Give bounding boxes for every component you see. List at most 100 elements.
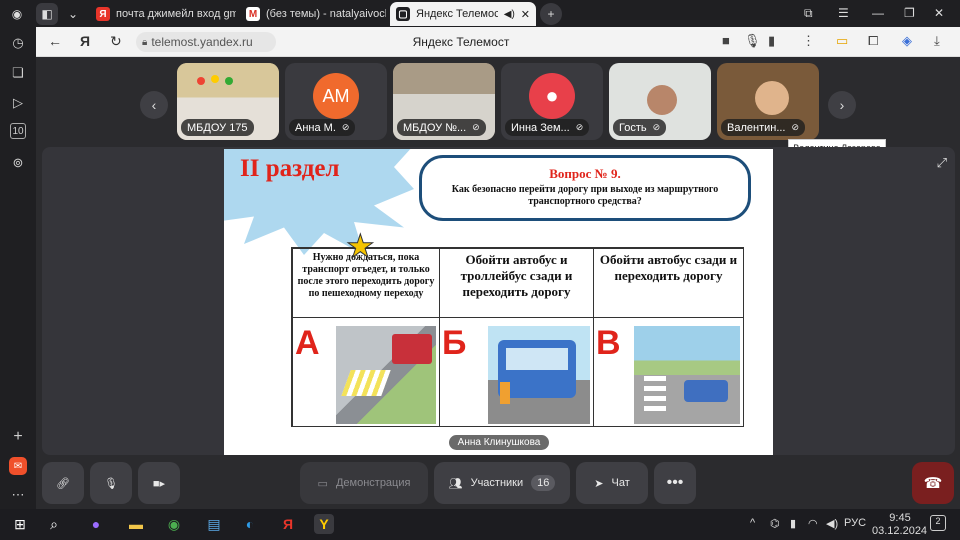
language-indicator[interactable]: РУС [844,517,866,529]
browser-side-rail: ◷ ❏ ▷ 10 ⊚ + ✉ ⋯ [0,27,36,509]
minimize-icon[interactable]: — [872,6,884,20]
sidebar-toggle-icon[interactable]: ◧ [36,3,58,25]
more-icon: ••• [666,474,684,491]
search-icon[interactable]: ⌕ [44,514,64,534]
person-icon: ● [545,83,559,108]
prev-participants-button[interactable]: ‹ [140,91,168,119]
history-icon[interactable]: ◷ [8,33,28,53]
participant-tile[interactable]: Валентин... ⊘ [717,63,819,140]
add-icon[interactable]: + [8,427,28,447]
mic-permission-icon[interactable]: 🎙︎ [744,33,761,49]
windows-taskbar: ⊞ ⌕ ● ▬ ◉ ▤ ◐ Я Y ^ ⌬ ▮ ◠ ◀) РУС 9:45 03… [0,509,960,540]
chat-icon: ➤ [594,477,604,490]
trolleybus-illustration [488,326,590,424]
clock-date: 03.12.2024 [872,525,928,537]
maximize-icon[interactable]: ❐ [904,6,915,20]
next-participants-button[interactable]: › [828,91,856,119]
network-icon[interactable]: ⌬ [770,517,780,530]
yandex-browser-icon[interactable]: Я [278,514,298,534]
alice-icon[interactable]: ● [86,514,106,534]
balloon-shape [197,77,205,85]
windows-start-icon[interactable]: ⊞ [10,514,30,534]
tab-gmail[interactable]: M (без темы) - natalyaivoch [240,2,386,26]
camera-permission-icon[interactable]: ■ [722,33,730,48]
shield-icon[interactable]: ◈ [902,33,912,49]
profile-icon[interactable]: ◉ [6,3,28,25]
telemost-app: ‹ › МБДОУ 175 АМ Анна М. ⊘ МБДОУ №... ⊘ ● … [36,57,960,509]
more-icon[interactable]: ⋯ [8,485,28,505]
screen-share-stage: ⤢ II раздел Вопрос № 9. Как безопасно пе… [42,147,955,455]
tray-chevron-icon[interactable]: ^ [750,517,755,529]
camera-icon[interactable]: ⊚ [8,153,28,173]
chat-button[interactable]: ➤ Чат [576,462,648,504]
end-call-button[interactable]: ☎︎ [912,462,954,504]
bookmarks-icon[interactable]: ⧉ [804,6,813,21]
wifi-icon[interactable]: ◠ [808,517,818,530]
edge-icon[interactable]: ◐ [240,514,260,534]
gmail-icon: M [246,7,260,21]
participant-tile[interactable]: АМ Анна М. ⊘ [285,63,387,140]
participant-tile[interactable]: Гость ⊘ [609,63,711,140]
menu-icon[interactable]: ⋮ [802,33,815,49]
clock[interactable]: 9:45 03.12.2024 [872,512,927,538]
yandex-app-icon[interactable]: Y [314,514,334,534]
participants-button[interactable]: 👥︎ Участники 16 [434,462,570,504]
more-button[interactable]: ••• [654,462,696,504]
option-c-letter: В [596,324,621,362]
screen-share-button[interactable]: ▭ Демонстрация [300,462,428,504]
clock-time: 9:45 [889,512,911,524]
new-tab-button[interactable]: + [540,3,562,25]
notifications-icon[interactable]: 2 [930,515,946,531]
download-icon[interactable]: ⤓ [934,33,940,49]
screen-share-icon: ▭ [317,477,328,490]
participant-tile[interactable]: ● Инна Зем... ⊘ [501,63,603,140]
participant-name: МБДОУ №... ⊘ [397,119,486,136]
battery-icon[interactable]: ▭ [836,33,848,49]
presentation-slide: II раздел Вопрос № 9. Как безопасно пере… [224,149,773,455]
mic-icon[interactable]: ▮ [790,517,796,530]
camera-icon: ■▸ [152,477,166,490]
question-number: Вопрос № 9. [549,166,621,181]
speaker-label: Анна Клинушкова [449,435,549,450]
store-icon[interactable]: ▤ [204,514,224,534]
participants-icon: 👥︎ [448,477,463,490]
mic-off-icon: ⊘ [472,122,480,132]
video-feed [647,85,677,115]
close-tab-icon[interactable]: ✕ [521,8,530,21]
collections-icon[interactable]: ☰ [838,6,849,20]
mic-off-icon: ⊘ [341,122,350,132]
tab-telemost[interactable]: ▢ Яндекс Телемост ◀) ✕ [390,2,536,26]
video-feed [755,81,789,115]
link-button[interactable]: 🔗︎ [42,462,84,504]
bookmark-icon[interactable]: ▮ [768,33,775,49]
file-explorer-icon[interactable]: ▬ [126,514,146,534]
option-c-text: Обойти автобус сзади и переходить дорогу [593,248,744,318]
url-field[interactable]: 🔒︎ telemost.yandex.ru [136,32,276,52]
address-bar: ← Я ↻ Яндекс Телемост 🔒︎ telemost.yandex… [36,27,960,57]
expand-icon[interactable]: ⤢ [937,155,947,171]
tab-yandex-search[interactable]: Я почта джимейл вход gma [90,2,236,26]
collections-icon[interactable]: ❏ [8,63,28,83]
participant-name: Гость ⊘ [613,119,667,136]
mic-off-icon: ⊘ [652,122,661,132]
participants-count-badge: 16 [531,475,556,491]
play-icon[interactable]: ▷ [8,93,28,113]
ten-icon[interactable]: 10 [10,123,26,139]
participant-name: Анна М. ⊘ [289,119,356,136]
close-window-icon[interactable]: ✕ [934,6,944,20]
balloon-shape [225,77,233,85]
mic-off-icon: ⊘ [575,122,584,132]
mic-toggle-button[interactable]: 🎙︎ [90,462,132,504]
participant-tile[interactable]: МБДОУ 175 [177,63,279,140]
mail-app-icon[interactable]: ✉ [9,457,27,475]
volume-icon[interactable]: ◀) [826,517,838,530]
chrome-icon[interactable]: ◉ [164,514,184,534]
participant-tile[interactable]: МБДОУ №... ⊘ [393,63,495,140]
audio-icon[interactable]: ◀) [504,9,515,20]
mic-off-icon: 🎙︎ [104,477,118,490]
question-bubble: Вопрос № 9. Как безопасно перейти дорогу… [419,155,751,221]
extensions-icon[interactable]: ⧠ [868,33,878,49]
section-title: II раздел [240,155,340,182]
camera-toggle-button[interactable]: ■▸ [138,462,180,504]
chevron-down-icon[interactable]: ⌄ [62,3,84,25]
